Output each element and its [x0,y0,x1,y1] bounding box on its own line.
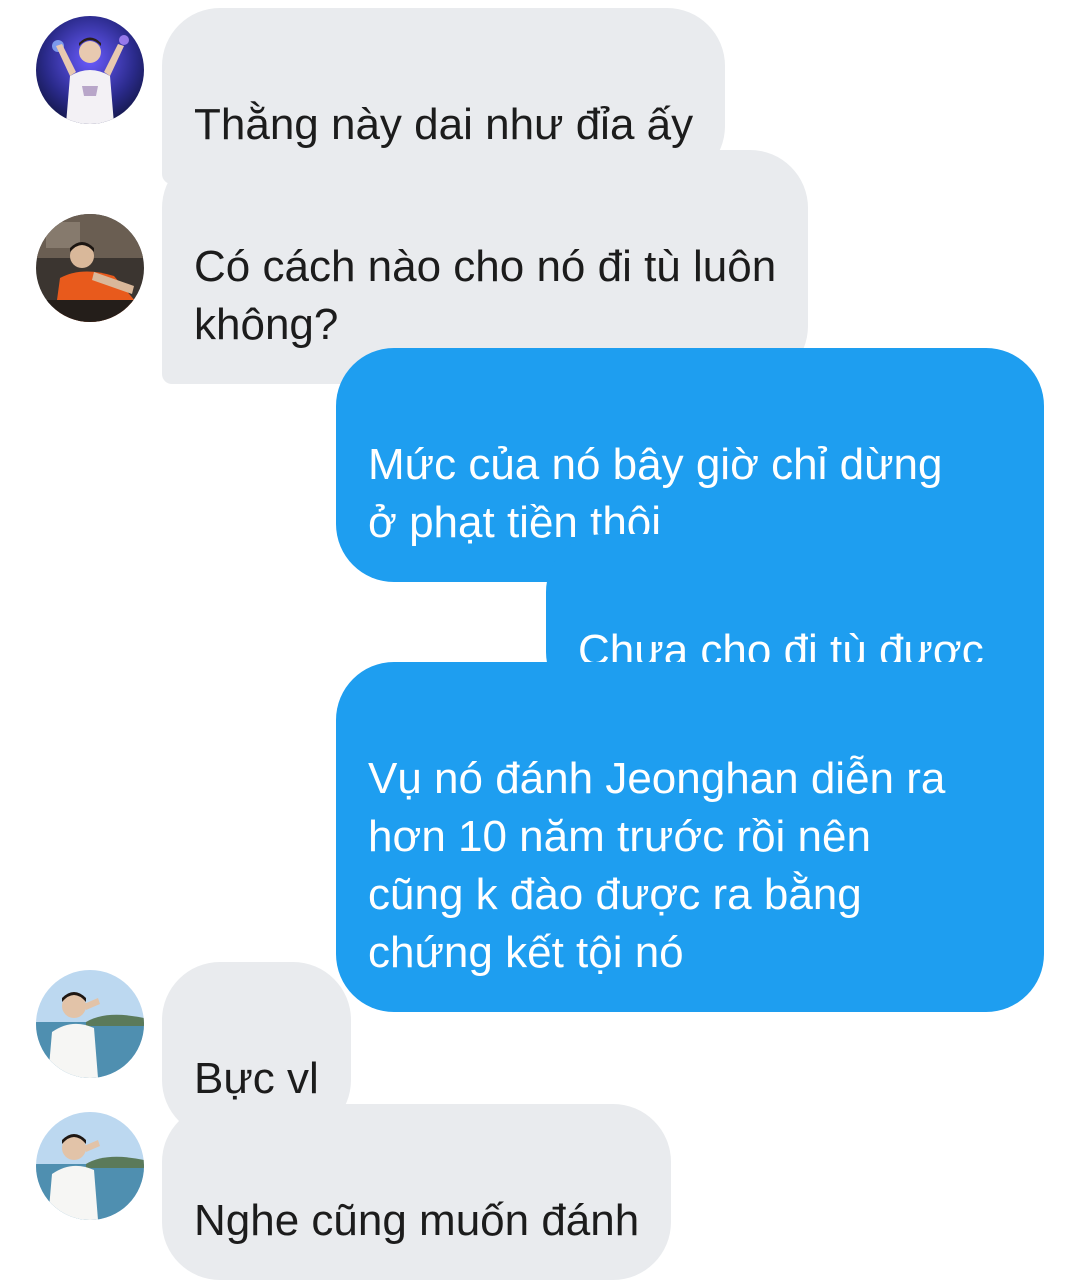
message-text: Bực vl [194,1054,319,1103]
message-text: Thằng này dai như đỉa ấy [194,100,694,149]
message-bubble-incoming[interactable]: Nghe cũng muốn đánh [162,1104,672,1280]
user-avatar-seaside-icon [36,1112,144,1220]
message-text: Mức của nó bây giờ chỉ dừng ở phạt tiền … [368,440,943,547]
message-text: Vụ nó đánh Jeonghan diễn ra hơn 10 năm t… [368,754,946,977]
sender-avatar[interactable] [36,970,144,1078]
sender-avatar[interactable] [36,214,144,322]
message-text: Nghe cũng muốn đánh [194,1196,640,1245]
user-avatar-concert-icon [36,16,144,124]
message-bubble-outgoing[interactable]: Vụ nó đánh Jeonghan diễn ra hơn 10 năm t… [336,662,1044,1012]
user-avatar-seaside-icon [36,970,144,1078]
message-text: Có cách nào cho nó đi tù luôn không? [194,242,777,349]
user-avatar-orange-shirt-icon [36,214,144,322]
sender-avatar[interactable] [36,16,144,124]
sender-avatar[interactable] [36,1112,144,1220]
